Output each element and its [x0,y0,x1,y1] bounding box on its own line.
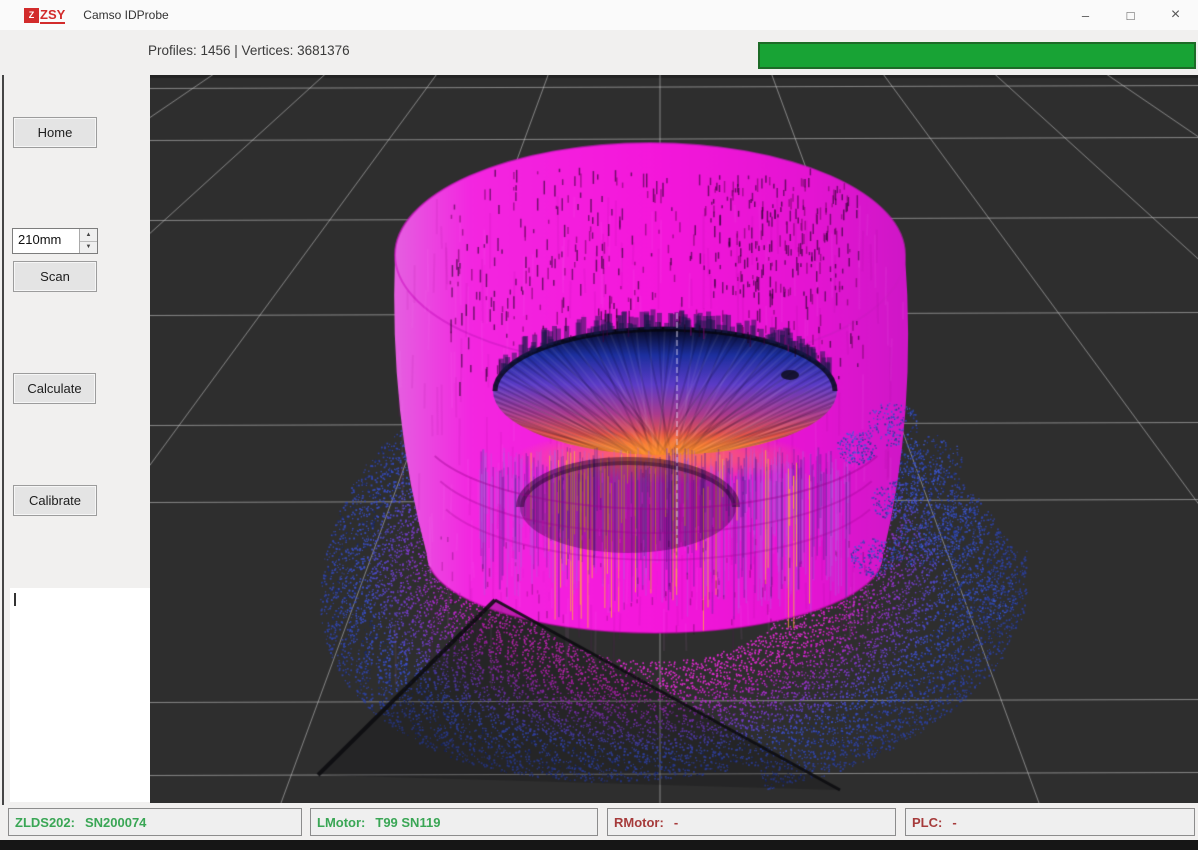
status-plc-value: - [952,815,956,830]
maximize-button[interactable]: □ [1108,0,1153,30]
sidebar: Home 210mm ▲ ▼ Scan Calculate Calibrate [0,75,150,805]
zsy-logo-box-icon: Z [24,8,39,23]
calculate-button[interactable]: Calculate [13,373,96,404]
status-zlds202: ZLDS202: SN200074 [8,808,302,836]
top-info-bar: Profiles: 1456 | Vertices: 3681376 [0,30,1198,75]
spinner-buttons: ▲ ▼ [79,229,97,253]
status-zlds202-value: SN200074 [85,815,146,830]
status-plc-label: PLC: [912,815,942,830]
text-caret [14,593,16,606]
home-button[interactable]: Home [13,117,97,148]
viewport-3d-canvas[interactable] [150,75,1198,803]
status-lmotor: LMotor: T99 SN119 [310,808,598,836]
diameter-value[interactable]: 210mm [13,229,79,253]
status-rmotor: RMotor: - [607,808,896,836]
zsy-logo-text: ZSY [40,7,65,24]
status-lmotor-value: T99 SN119 [375,815,440,830]
zsy-logo-icon: Z ZSY [24,7,65,24]
bottom-black-bar [0,840,1198,850]
window-left-edge [2,75,4,805]
status-lmotor-label: LMotor: [317,815,365,830]
window-controls: – □ × [1063,0,1198,30]
scan-button[interactable]: Scan [13,261,97,292]
minimize-button[interactable]: – [1063,0,1108,30]
status-plc: PLC: - [905,808,1195,836]
calibrate-button[interactable]: Calibrate [13,485,97,516]
diameter-spinner[interactable]: 210mm ▲ ▼ [12,228,98,254]
log-textbox[interactable] [10,588,150,802]
app-window: Z ZSY Camso IDProbe – □ × Profiles: 1456… [0,0,1198,850]
status-rmotor-value: - [674,815,678,830]
profiles-vertices-stats: Profiles: 1456 | Vertices: 3681376 [148,43,350,58]
status-rmotor-label: RMotor: [614,815,664,830]
scan-progress-bar [758,42,1196,69]
status-bar: ZLDS202: SN200074 LMotor: T99 SN119 RMot… [0,806,1198,838]
spin-down-icon[interactable]: ▼ [80,242,97,254]
viewport-3d [150,75,1198,803]
close-button[interactable]: × [1153,0,1198,30]
window-title: Camso IDProbe [83,8,168,22]
status-zlds202-label: ZLDS202: [15,815,75,830]
spin-up-icon[interactable]: ▲ [80,229,97,242]
title-bar: Z ZSY Camso IDProbe – □ × [0,0,1198,31]
